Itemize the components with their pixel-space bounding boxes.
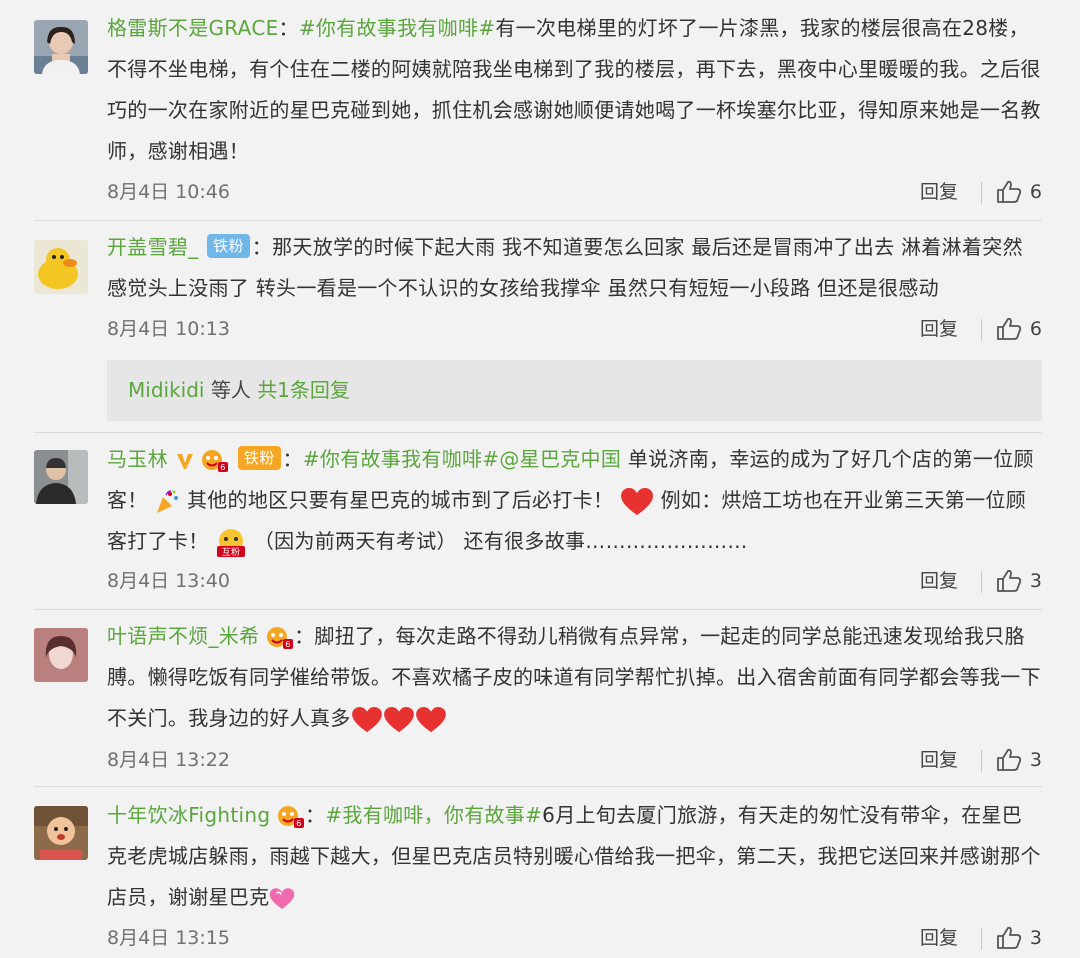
comment-meta: 8月4日 10:13 回复 6 (107, 314, 1042, 344)
sub-reply-box[interactable]: Midikidi 等人 共1条回复 (107, 360, 1042, 421)
like-icon (997, 926, 1022, 949)
comment-text: 十年饮冰Fighting 6 ：#我有咖啡，你有故事#6月上旬去厦门旅游，有天走的… (107, 803, 1041, 909)
like-count: 6 (1029, 318, 1042, 340)
topic-link[interactable]: #你有故事我有咖啡# (303, 447, 500, 471)
reply-button[interactable]: 回复 (920, 177, 958, 207)
comment-text: 格雷斯不是GRACE：#你有故事我有咖啡#有一次电梯里的灯坏了一片漆黑，我家的楼… (107, 16, 1041, 163)
comment-body: （因为前两天有考试） 还有很多故事…………………… (253, 529, 748, 553)
like-count: 3 (1029, 927, 1042, 949)
avatar[interactable] (34, 450, 88, 504)
like-button[interactable]: 6 (996, 314, 1042, 344)
comment-body: 其他的地区只要有星巴克的城市到了后必打卡！ (186, 488, 614, 512)
like-icon (997, 748, 1022, 771)
like-icon (997, 180, 1022, 203)
comment-meta: 8月4日 13:22 回复 3 (107, 745, 1042, 775)
comment-date: 8月4日 13:22 (107, 749, 230, 771)
like-icon (997, 569, 1022, 592)
like-count: 3 (1029, 570, 1042, 592)
svg-text:6: 6 (296, 819, 301, 828)
divider (34, 786, 1042, 787)
reply-button[interactable]: 回复 (920, 923, 958, 953)
comment-text: 叶语声不烦_米希 6 ：脚扭了，每次走路不得劲儿稍微有点异常，一起走的同学总能迅速… (107, 616, 1042, 739)
fan-badge-icon: 6 (278, 805, 305, 828)
svg-text:6: 6 (221, 463, 226, 472)
heart-icon (620, 487, 653, 515)
heart-icon (383, 706, 414, 732)
like-button[interactable]: 6 (996, 177, 1042, 207)
divider (981, 750, 982, 772)
divider (981, 319, 982, 341)
reply-button[interactable]: 回复 (920, 566, 958, 596)
comment-date: 8月4日 13:15 (107, 927, 230, 949)
fan-badge: 铁粉 (207, 234, 250, 258)
avatar[interactable] (34, 240, 88, 294)
divider (981, 182, 982, 204)
like-button[interactable]: 3 (996, 566, 1042, 596)
topic-link[interactable]: #我有咖啡，你有故事# (325, 803, 542, 827)
like-button[interactable]: 3 (996, 745, 1042, 775)
reply-button[interactable]: 回复 (920, 314, 958, 344)
emoji-hu-fen-icon: 互粉 (217, 528, 246, 558)
divider (34, 432, 1042, 433)
reply-button[interactable]: 回复 (920, 745, 958, 775)
comment-text: 开盖雪碧_ 铁粉 ：那天放学的时候下起大雨 我不知道要怎么回家 最后还是冒雨冲了出… (107, 234, 1023, 300)
username[interactable]: 马玉林 (107, 447, 168, 471)
username[interactable]: 叶语声不烦_米希 (107, 624, 259, 648)
comment-meta: 8月4日 13:15 回复 3 (107, 923, 1042, 953)
sparkling-heart-icon (270, 887, 295, 909)
avatar[interactable] (34, 628, 88, 682)
comment-text: 马玉林 6 铁粉 ：#你有故事我有咖啡#@星巴克中国 单说济南，幸运的成为了好几个… (107, 446, 1034, 558)
divider (34, 220, 1042, 221)
like-button[interactable]: 3 (996, 923, 1042, 953)
vip-v-icon (176, 453, 193, 469)
like-count: 6 (1029, 181, 1042, 203)
username[interactable]: 十年饮冰Fighting (107, 803, 270, 827)
mention-link[interactable]: @星巴克中国 (499, 447, 621, 471)
username[interactable]: 开盖雪碧_ (107, 235, 199, 259)
divider (981, 571, 982, 593)
fan-badge-icon: 6 (267, 626, 294, 649)
like-count: 3 (1029, 749, 1042, 771)
avatar[interactable] (34, 20, 88, 74)
comment-meta: 8月4日 13:40 回复 3 (107, 566, 1042, 596)
sub-reply-user[interactable]: Midikidi (128, 378, 204, 402)
view-replies-link[interactable]: 共1条回复 (257, 378, 350, 402)
heart-icon (415, 706, 446, 732)
like-icon (997, 317, 1022, 340)
comment-date: 8月4日 10:46 (107, 181, 230, 203)
username[interactable]: 格雷斯不是GRACE (107, 16, 279, 40)
comment-date: 8月4日 13:40 (107, 570, 230, 592)
topic-link[interactable]: #你有故事我有咖啡# (299, 16, 496, 40)
fan-badge-icon: 6 (202, 449, 229, 472)
comment-date: 8月4日 10:13 (107, 318, 230, 340)
comment-meta: 8月4日 10:46 回复 6 (107, 177, 1042, 207)
svg-text:6: 6 (285, 640, 290, 649)
svg-text:互粉: 互粉 (222, 546, 241, 558)
avatar[interactable] (34, 806, 88, 860)
fan-badge: 铁粉 (237, 446, 281, 470)
divider (981, 928, 982, 950)
party-popper-icon (157, 489, 179, 513)
heart-icon (351, 706, 382, 732)
divider (34, 609, 1042, 610)
